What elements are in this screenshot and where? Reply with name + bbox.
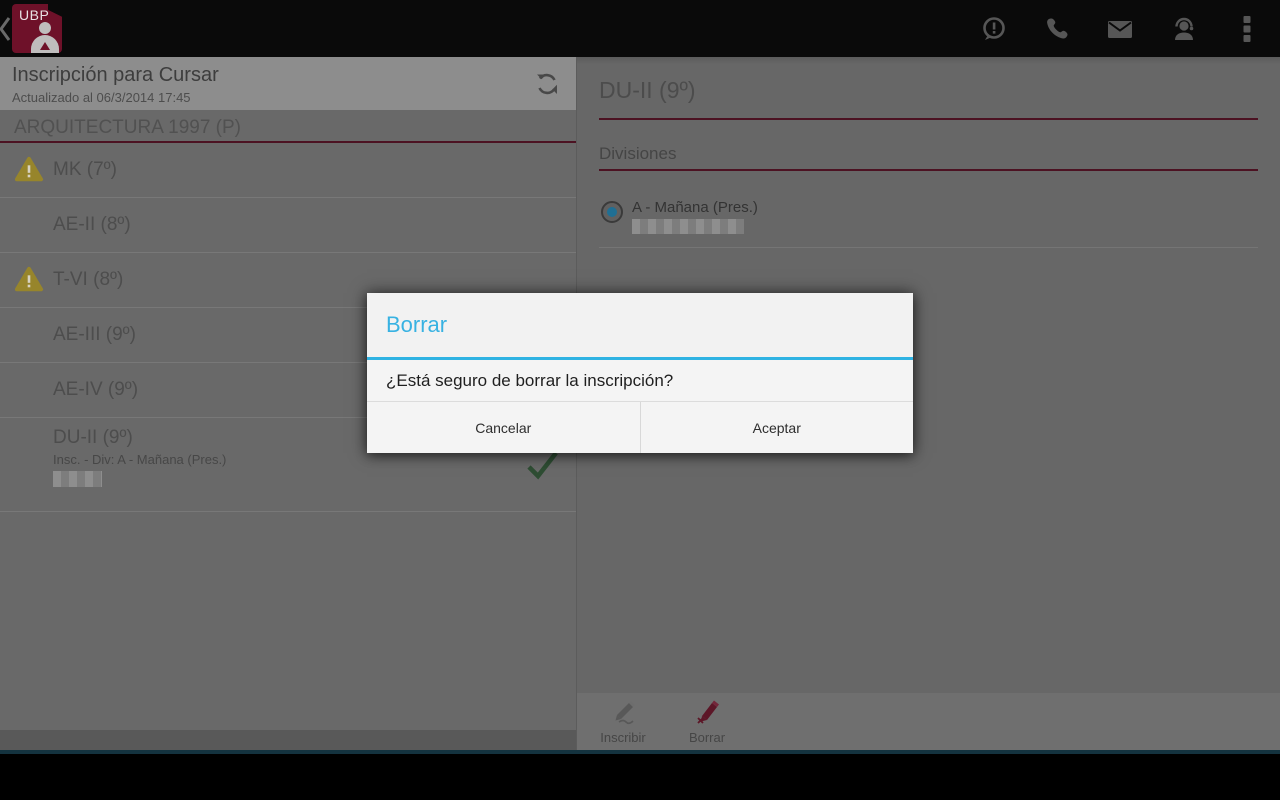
refresh-icon[interactable] [534,71,560,97]
list-item-label: AE-II (8º) [53,214,131,236]
divider [599,247,1258,248]
action-bar: UBP [0,0,1280,57]
pencil-icon [608,698,638,728]
app-logo[interactable]: UBP [12,4,62,53]
warning-icon [14,155,44,185]
ok-status-icon [14,375,44,405]
list-item-ae2[interactable]: AE-II (8º) [0,198,576,253]
ok-status-icon [14,441,44,471]
ok-status-icon [14,210,44,240]
confirm-delete-dialog: Borrar ¿Está seguro de borrar la inscrip… [367,293,913,453]
borrar-label: Borrar [689,730,725,745]
bottom-action-bar: Inscribir Borrar [577,693,1280,750]
list-item-mk[interactable]: MK (7º) [0,143,576,198]
list-item-label: AE-IV (9º) [53,379,138,401]
list-item-subtitle: Insc. - Div: A - Mañana (Pres.) [53,452,226,467]
career-section-header: ARQUITECTURA 1997 (P) [0,110,576,143]
left-panel-header: Inscripción para Cursar Actualizado al 0… [0,57,576,110]
division-option-label: A - Mañana (Pres.) [632,199,758,216]
division-option-row[interactable]: A - Mañana (Pres.) [601,199,1280,234]
borrar-button[interactable]: Borrar [665,693,749,750]
redacted-text-block [53,471,102,487]
logo-person-icon [39,22,51,34]
inscribir-button[interactable]: Inscribir [581,693,665,750]
list-item-label: DU-II (9º) [53,427,226,449]
list-item-label: MK (7º) [53,159,117,181]
left-panel-footer-strip [0,730,576,750]
back-chevron-icon[interactable] [0,16,13,47]
detail-title: DU-II (9º) [599,77,1258,120]
inscribir-label: Inscribir [600,730,646,745]
radio-button-selected[interactable] [601,201,623,223]
warning-icon [14,265,44,295]
list-item-label: AE-III (9º) [53,324,136,346]
system-navigation-bar: 14° 17:45 [0,754,1280,800]
dialog-button-bar: Cancelar Aceptar [367,401,913,453]
ok-status-icon [14,320,44,350]
left-panel-title: Inscripción para Cursar [12,64,564,87]
list-item-label: T-VI (8º) [53,269,123,291]
app-logo-text: UBP [19,7,49,23]
mail-icon[interactable] [1106,15,1134,43]
dialog-title: Borrar [367,293,913,357]
dialog-message: ¿Está seguro de borrar la inscripción? [367,360,913,401]
selected-check-icon [524,450,560,482]
cancel-button[interactable]: Cancelar [367,402,641,453]
redacted-text-block [632,219,744,234]
last-updated-text: Actualizado al 06/3/2014 17:45 [12,90,564,105]
alerts-icon[interactable] [980,15,1008,43]
delete-pencil-icon [692,698,722,728]
overflow-menu-icon[interactable] [1240,15,1254,43]
phone-icon[interactable] [1043,15,1071,43]
accept-button[interactable]: Aceptar [641,402,914,453]
screen: UBP [0,0,1280,800]
support-contact-icon[interactable] [1170,15,1198,43]
divisions-section-header: Divisiones [599,144,1258,171]
